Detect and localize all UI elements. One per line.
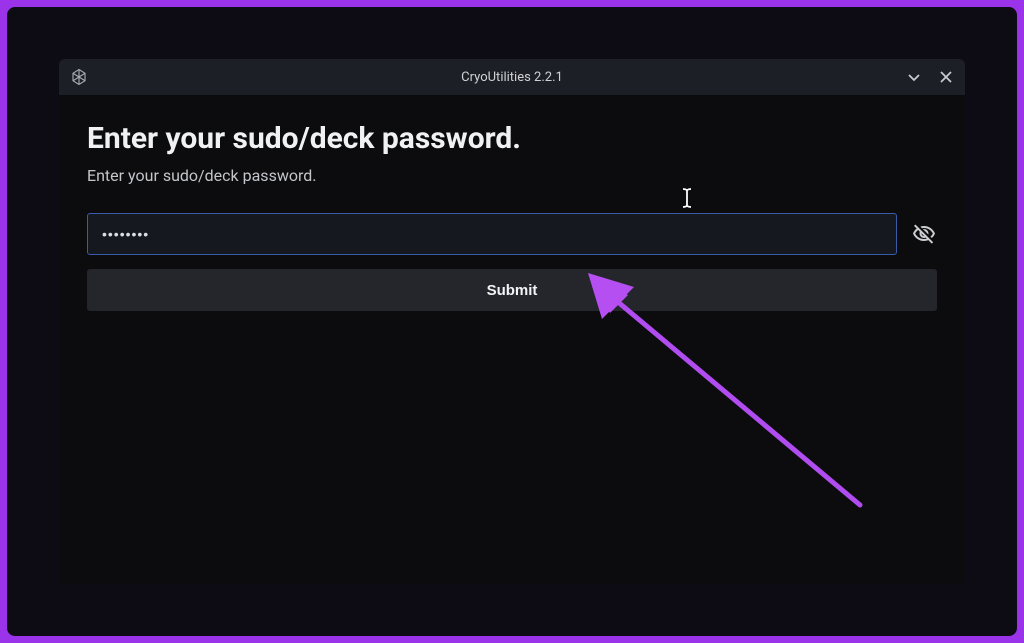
- app-window: CryoUtilities 2.2.1 Enter your sudo/deck…: [59, 59, 965, 584]
- window-title: CryoUtilities 2.2.1: [461, 70, 563, 85]
- submit-button[interactable]: Submit: [87, 269, 937, 311]
- close-button[interactable]: [937, 68, 955, 86]
- window-controls: [905, 68, 955, 86]
- app-icon: [69, 67, 89, 87]
- dialog-content: Enter your sudo/deck password. Enter you…: [59, 95, 965, 584]
- password-input[interactable]: [87, 213, 897, 255]
- eye-slash-icon: [912, 222, 936, 246]
- window-titlebar: CryoUtilities 2.2.1: [59, 59, 965, 95]
- minimize-button[interactable]: [905, 68, 923, 86]
- toggle-password-visibility-button[interactable]: [911, 221, 937, 247]
- dialog-heading: Enter your sudo/deck password.: [87, 121, 937, 156]
- desktop-background: CryoUtilities 2.2.1 Enter your sudo/deck…: [7, 7, 1017, 636]
- password-row: [87, 213, 937, 255]
- dialog-subheading: Enter your sudo/deck password.: [87, 166, 937, 185]
